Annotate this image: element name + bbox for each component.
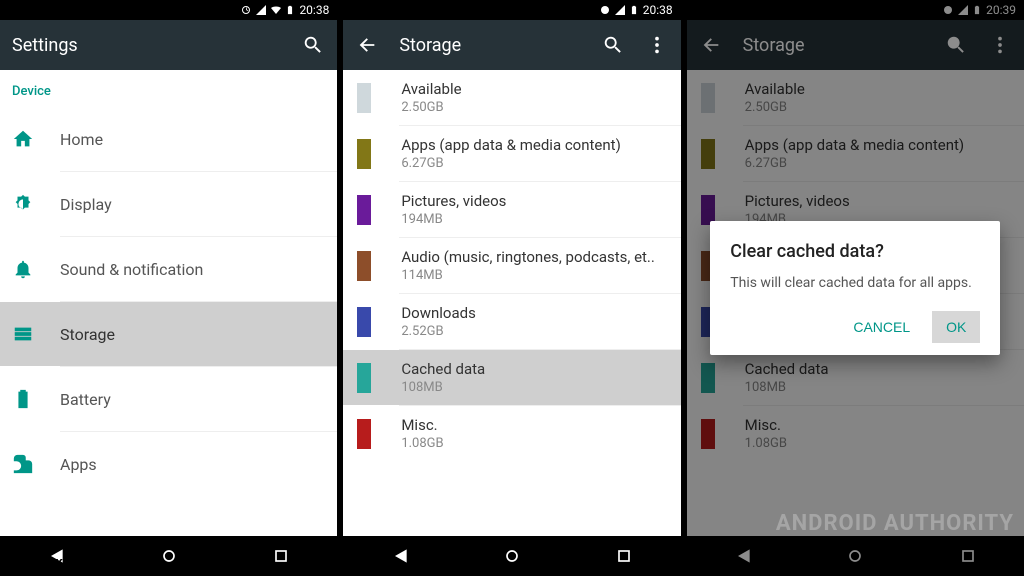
watermark-logo: MANA APK xyxy=(6,557,63,570)
settings-item-display[interactable]: Display xyxy=(0,172,337,236)
back-nav-icon[interactable] xyxy=(390,546,410,566)
battery-icon xyxy=(629,4,639,16)
dialog-title: Clear cached data? xyxy=(730,241,980,262)
storage-item-value: 108MB xyxy=(401,380,485,395)
alarm-icon xyxy=(240,4,252,16)
settings-item-sound[interactable]: Sound & notification xyxy=(0,237,337,301)
color-swatch xyxy=(357,251,371,281)
home-nav-icon[interactable] xyxy=(159,546,179,566)
section-header-device: Device xyxy=(0,70,337,107)
settings-list: Device Home Display Sound & notification… xyxy=(0,70,337,536)
storage-item-value: 6.27GB xyxy=(401,156,620,171)
storage-item[interactable]: Cached data 108MB xyxy=(343,350,680,405)
storage-item-label: Misc. xyxy=(401,416,443,434)
storage-item-label: Downloads xyxy=(401,304,476,322)
phone-settings: 20:38 Settings Device Home Display Sound… xyxy=(0,0,337,576)
status-time: 20:38 xyxy=(643,3,673,17)
color-swatch xyxy=(357,83,371,113)
cancel-button[interactable]: CANCEL xyxy=(839,311,924,343)
app-bar: Storage xyxy=(343,20,680,70)
storage-item-label: Available xyxy=(401,80,461,98)
storage-item-label: Audio (music, ringtones, podcasts, et.. xyxy=(401,248,655,266)
settings-item-apps[interactable]: Apps xyxy=(0,432,337,496)
phone-storage: 20:38 Storage Available 2.50GB Apps (app d… xyxy=(343,0,680,576)
nav-bar xyxy=(343,536,680,576)
clear-cache-dialog: Clear cached data? This will clear cache… xyxy=(710,221,1000,356)
apps-icon xyxy=(12,453,60,475)
signal-icon xyxy=(255,4,267,16)
storage-item[interactable]: Audio (music, ringtones, podcasts, et.. 1… xyxy=(343,238,680,293)
storage-item[interactable]: Misc. 1.08GB xyxy=(343,406,680,461)
settings-item-home[interactable]: Home xyxy=(0,107,337,171)
ok-button[interactable]: OK xyxy=(932,311,980,343)
storage-icon xyxy=(12,323,60,345)
home-nav-icon[interactable] xyxy=(502,546,522,566)
home-icon xyxy=(12,128,60,150)
battery-icon xyxy=(12,388,60,410)
app-bar: Settings xyxy=(0,20,337,70)
search-icon[interactable] xyxy=(301,33,325,57)
dialog-scrim[interactable]: Clear cached data? This will clear cache… xyxy=(687,0,1024,576)
color-swatch xyxy=(357,307,371,337)
dialog-body: This will clear cached data for all apps… xyxy=(730,274,980,294)
status-bar: 20:38 xyxy=(343,0,680,20)
battery-icon xyxy=(285,4,295,16)
storage-list: Available 2.50GB Apps (app data & media co… xyxy=(343,70,680,536)
overflow-icon[interactable] xyxy=(645,33,669,57)
search-icon[interactable] xyxy=(601,33,625,57)
status-bar: 20:38 xyxy=(0,0,337,20)
storage-item-label: Apps (app data & media content) xyxy=(401,136,620,154)
storage-item-label: Pictures, videos xyxy=(401,192,506,210)
status-time: 20:38 xyxy=(299,3,329,17)
storage-item-value: 1.08GB xyxy=(401,436,443,451)
bell-icon xyxy=(12,258,60,280)
storage-item-value: 114MB xyxy=(401,268,655,283)
brightness-icon xyxy=(12,193,60,215)
phone-storage-dialog: 20:39 Storage Available2.50GBApps (app d… xyxy=(687,0,1024,576)
back-icon[interactable] xyxy=(355,33,379,57)
storage-item[interactable]: Pictures, videos 194MB xyxy=(343,182,680,237)
settings-item-storage[interactable]: Storage xyxy=(0,302,337,366)
storage-item[interactable]: Available 2.50GB xyxy=(343,70,680,125)
wifi-icon xyxy=(270,4,282,16)
storage-item[interactable]: Apps (app data & media content) 6.27GB xyxy=(343,126,680,181)
storage-item[interactable]: Downloads 2.52GB xyxy=(343,294,680,349)
page-title: Settings xyxy=(12,35,281,56)
storage-item-label: Cached data xyxy=(401,360,485,378)
nav-bar xyxy=(0,536,337,576)
alarm-icon xyxy=(599,4,611,16)
color-swatch xyxy=(357,139,371,169)
storage-item-value: 2.52GB xyxy=(401,324,476,339)
color-swatch xyxy=(357,363,371,393)
storage-item-value: 194MB xyxy=(401,212,506,227)
settings-item-battery[interactable]: Battery xyxy=(0,367,337,431)
recent-nav-icon[interactable] xyxy=(271,546,291,566)
recent-nav-icon[interactable] xyxy=(614,546,634,566)
color-swatch xyxy=(357,419,371,449)
storage-item-value: 2.50GB xyxy=(401,100,461,115)
color-swatch xyxy=(357,195,371,225)
signal-icon xyxy=(614,4,626,16)
watermark-text: ANDROID AUTHORITY xyxy=(776,511,1014,536)
page-title: Storage xyxy=(399,35,580,56)
